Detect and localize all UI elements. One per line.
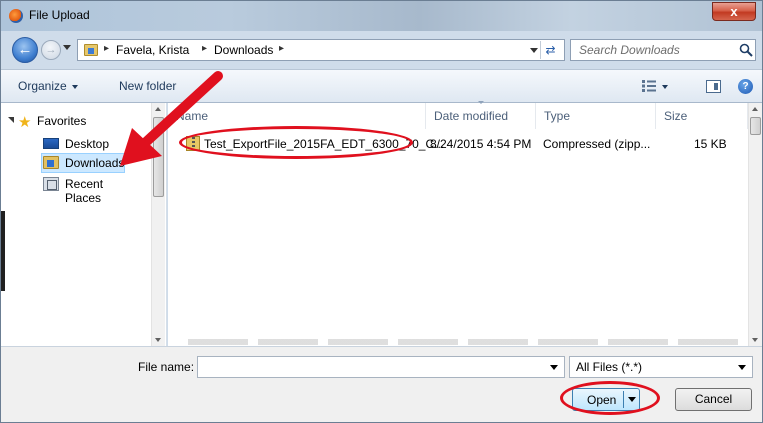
nav-favorites-label: Favorites (37, 114, 87, 128)
downloads-folder-icon (43, 156, 59, 169)
red-arrow-icon (120, 71, 223, 166)
view-dropdown-icon[interactable] (662, 85, 668, 89)
refresh-icon[interactable]: ⇄ (540, 41, 560, 59)
file-list-scrollbar[interactable] (748, 103, 762, 346)
file-type-filter-value: All Files (*.*) (576, 360, 643, 374)
sort-indicator-icon (478, 101, 484, 104)
desktop-icon (43, 138, 59, 149)
address-bar[interactable]: ▸ Favela, Krista ▸ Downloads ▸ ⇄ (77, 39, 565, 61)
file-name-label: File name: (138, 360, 195, 374)
file-date: 8/24/2015 4:54 PM (430, 137, 532, 151)
search-input[interactable]: Search Downloads (579, 43, 680, 57)
close-button[interactable]: x (712, 2, 756, 21)
nav-item-label: Desktop (65, 137, 110, 151)
file-type-filter[interactable]: All Files (*.*) (569, 356, 753, 378)
search-box[interactable]: Search Downloads (570, 39, 756, 61)
address-dropdown-icon[interactable] (530, 48, 538, 53)
chevron-right-icon[interactable]: ▸ (202, 43, 207, 54)
change-view-icon[interactable] (642, 80, 656, 92)
file-size: 15 KB (694, 137, 727, 151)
address-row: ← → ▸ Favela, Krista ▸ Downloads ▸ ⇄ Sea… (1, 31, 762, 69)
forward-button[interactable]: → (41, 40, 61, 60)
preview-pane-icon[interactable] (706, 80, 721, 93)
column-header-type[interactable]: Type (536, 103, 656, 129)
column-header-date[interactable]: Date modified (426, 103, 536, 129)
chevron-right-icon[interactable]: ▸ (104, 43, 109, 54)
file-type: Compressed (zipp... (543, 137, 651, 151)
scroll-down-icon[interactable] (155, 338, 161, 342)
title-bar[interactable]: File Upload x (1, 1, 762, 31)
nav-item-label: Recent Places (65, 177, 104, 205)
firefox-icon (9, 9, 23, 23)
column-header-label: Type (544, 109, 571, 123)
breadcrumb-downloads[interactable]: Downloads (214, 43, 273, 57)
back-button[interactable]: ← (12, 37, 38, 63)
window-title: File Upload (29, 8, 90, 22)
search-icon[interactable] (739, 43, 753, 57)
file-name-field[interactable] (197, 356, 565, 378)
window-edge-shadow (1, 211, 5, 291)
file-list-scroll-thumb[interactable] (750, 117, 761, 135)
recent-places-icon (43, 177, 59, 191)
scroll-down-icon[interactable] (752, 338, 758, 342)
organize-label: Organize (18, 79, 67, 93)
highlight-oval-open (560, 381, 660, 415)
partial-row (188, 339, 748, 345)
chevron-right-icon[interactable]: ▸ (279, 43, 284, 54)
file-name-dropdown-icon[interactable] (550, 365, 558, 370)
help-icon[interactable]: ? (738, 79, 753, 94)
expand-arrow-icon[interactable] (8, 117, 14, 123)
dialog-footer: File name: All Files (*.*) Open Cancel (1, 346, 762, 422)
organize-button[interactable]: Organize (18, 79, 78, 93)
cancel-button[interactable]: Cancel (675, 388, 752, 411)
breadcrumb-user[interactable]: Favela, Krista (116, 43, 189, 57)
downloads-folder-icon (84, 44, 98, 56)
nav-item-recent-places[interactable]: Recent Places (1, 174, 141, 205)
file-upload-dialog: File Upload x ← → ▸ Favela, Krista ▸ Dow… (0, 0, 763, 423)
column-header-size[interactable]: Size (656, 103, 748, 129)
star-icon: ★ (18, 114, 32, 131)
recent-locations-dropdown[interactable] (63, 45, 71, 50)
column-header-label: Date modified (434, 109, 509, 123)
chevron-down-icon[interactable] (738, 365, 746, 370)
column-header-label: Size (664, 109, 688, 123)
chevron-down-icon (71, 84, 78, 89)
scroll-up-icon[interactable] (752, 107, 758, 111)
